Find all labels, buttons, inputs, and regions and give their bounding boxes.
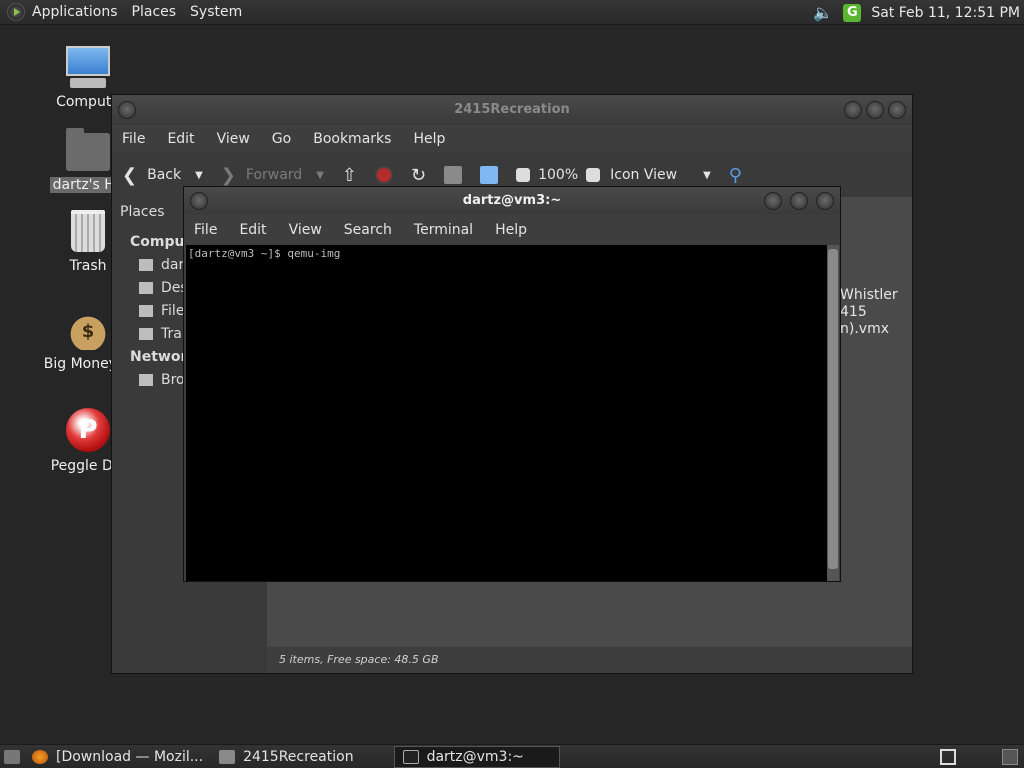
forward-button[interactable]: ❯ Forward ▼ [221,165,324,186]
menu-file[interactable]: File [194,222,217,238]
taskbar-label: dartz@vm3:~ [426,748,524,765]
window-title: 2415Recreation [454,102,570,117]
sidebar-item-label: File [161,303,185,319]
terminal-menubar: File Edit View Search Terminal Help [184,215,840,245]
stop-icon[interactable] [375,166,393,184]
file-label-line[interactable]: Whistler [840,287,898,303]
terminal-icon [402,749,419,764]
close-icon[interactable] [888,101,906,119]
terminal-titlebar[interactable]: dartz@vm3:~ [184,187,840,215]
close-icon[interactable] [816,192,834,210]
firefox-icon [32,749,48,764]
terminal-screen[interactable]: [dartz@vm3 ~]$ qemu-img [186,245,827,581]
workspace-switcher-icon[interactable] [1002,749,1018,765]
scrollbar-thumb[interactable] [828,249,838,569]
menu-file[interactable]: File [122,131,145,147]
terminal-window: dartz@vm3:~ File Edit View Search Termin… [183,186,841,582]
taskbar-label: [Download — Mozil... [56,748,204,765]
maximize-icon[interactable] [866,101,884,119]
menu-help[interactable]: Help [495,222,527,238]
places-menu[interactable]: Places [132,4,177,20]
menu-edit[interactable]: Edit [239,222,266,238]
window-menu-icon[interactable] [118,101,136,119]
desktop-icon [139,282,153,294]
window-list-icon[interactable] [940,749,956,765]
chevron-down-icon[interactable]: ▼ [316,170,324,181]
home-icon[interactable] [444,166,463,184]
menu-search[interactable]: Search [344,222,392,238]
back-button[interactable]: ❮ Back ▼ [122,165,203,186]
status-bar: 5 items, Free space: 48.5 GB [267,647,912,673]
view-mode-label: Icon View [610,167,678,183]
menu-edit[interactable]: Edit [167,131,194,147]
window-menu-icon[interactable] [190,192,208,210]
reload-icon[interactable]: ↻ [411,165,426,186]
g-icon[interactable]: G [843,3,862,22]
chevron-down-icon: ▼ [703,169,711,181]
search-icon[interactable]: ⚲ [729,165,742,186]
home-folder-icon [66,128,110,171]
computer-icon [64,46,112,90]
network-icon [139,374,153,386]
zoom-out-icon[interactable] [516,168,531,182]
peggle-icon: P [66,408,110,452]
trash-icon [71,210,105,252]
terminal-scrollbar[interactable] [827,245,839,581]
minimize-icon[interactable] [844,101,862,119]
applications-menu[interactable]: Applications [32,4,118,20]
money-bag-icon: $ [68,310,108,350]
taskbar-item-terminal[interactable]: dartz@vm3:~ [393,745,560,768]
menu-view[interactable]: View [217,131,250,147]
window-title: dartz@vm3:~ [462,193,562,208]
back-label: Back [147,167,182,183]
up-icon[interactable]: ⇧ [342,165,357,186]
terminal-line: [dartz@vm3 ~]$ qemu-img [188,247,341,260]
desktop-icon-label: Trash [69,258,107,274]
system-menu[interactable]: System [190,4,242,20]
sidebar-item-filesystem[interactable]: File [139,303,184,319]
back-arrow-icon: ❮ [122,164,138,186]
gnome-foot-icon[interactable] [7,3,25,21]
file-manager-menubar: File Edit View Go Bookmarks Help [112,125,912,153]
taskbar-item-file-manager[interactable]: 2415Recreation [211,746,362,768]
sidebar-item-label: Bro [161,372,185,388]
bottom-panel: [Download — Mozil... 2415Recreation dart… [0,744,1024,768]
minimize-icon[interactable] [764,192,782,210]
forward-label: Forward [245,167,303,183]
zoom-level: 100% [538,167,579,183]
sidebar-item-desktop[interactable]: Des [139,280,188,296]
view-mode-select[interactable]: Icon View ▼ [610,167,711,183]
file-label-line[interactable]: n).vmx [840,321,889,337]
clock[interactable]: Sat Feb 11, 12:51 PM [871,5,1020,21]
chevron-down-icon[interactable]: ▼ [195,170,203,181]
menu-view[interactable]: View [289,222,322,238]
file-label-line[interactable]: 415 [840,304,867,320]
sidebar-item-home[interactable]: dar [139,257,184,273]
show-desktop-icon [4,749,20,764]
sidebar-item-label: dar [161,257,185,273]
file-manager-titlebar[interactable]: 2415Recreation [112,95,912,125]
trash-icon [139,328,153,340]
maximize-icon[interactable] [790,192,808,210]
volume-icon[interactable]: 🔈 [813,3,833,22]
menu-bookmarks[interactable]: Bookmarks [313,131,391,147]
sidebar-item-label: Tra [161,326,182,342]
forward-arrow-icon: ❯ [220,164,236,186]
menu-terminal[interactable]: Terminal [414,222,473,238]
home-icon [139,259,153,271]
taskbar-label: 2415Recreation [243,748,354,765]
taskbar-item-firefox[interactable]: [Download — Mozil... [24,746,211,768]
sidebar-item-trash[interactable]: Tra [139,326,182,342]
top-panel: Applications Places System 🔈 G Sat Feb 1… [0,0,1024,25]
sidebar-item-browse-network[interactable]: Bro [139,372,185,388]
menu-go[interactable]: Go [272,131,291,147]
folder-icon [219,749,236,764]
menu-help[interactable]: Help [413,131,445,147]
drive-icon [139,305,153,317]
zoom-in-icon[interactable] [586,168,601,182]
system-tray: 🔈 G Sat Feb 11, 12:51 PM [813,0,1024,25]
computer-icon[interactable] [480,166,499,184]
show-desktop-button[interactable] [0,746,24,768]
